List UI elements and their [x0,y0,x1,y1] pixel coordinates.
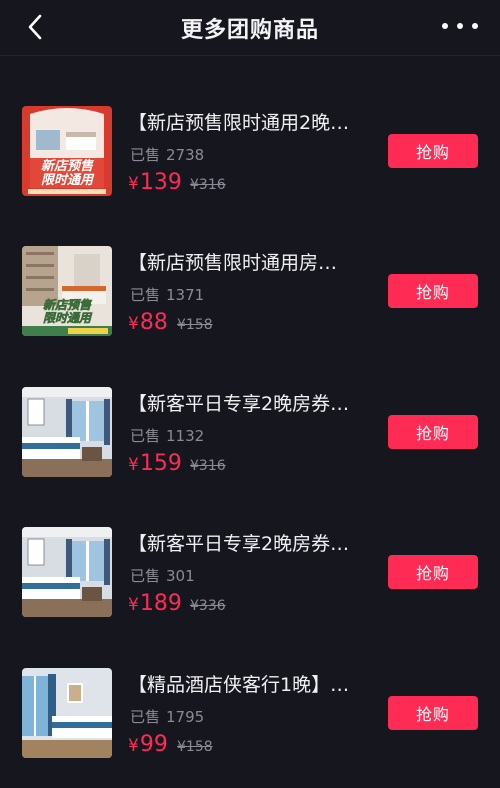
currency-symbol: ¥ [128,595,139,615]
currency-symbol: ¥ [128,455,139,475]
product-name: 【新客平日专享2晚房券… [128,533,350,555]
buy-button[interactable]: 抢购 [388,696,478,730]
product-item[interactable]: 【新客平日专享2晚房券… 已售 301 ¥189 ¥336 抢购 [0,527,500,647]
original-price: ¥316 [190,458,226,474]
product-name: 【精品酒店侠客行1晚】… [128,674,350,696]
currency-symbol: ¥ [128,174,139,194]
sold-label: 已售 [130,567,161,585]
original-price: ¥158 [177,739,213,755]
price-amount: 99 [139,732,168,757]
sold-number: 301 [166,567,195,585]
top-bar: 更多团购商品 [0,0,500,56]
page-title: 更多团购商品 [180,18,319,43]
buy-button[interactable]: 抢购 [388,274,478,308]
product-thumbnail[interactable] [22,668,112,758]
sold-number: 1371 [166,286,205,304]
original-price: ¥316 [190,177,226,193]
thumb-caption: 新店预售 [41,158,95,174]
sale-price: ¥189 [128,591,182,616]
buy-button[interactable]: 抢购 [388,134,478,168]
product-item[interactable]: 新店预售 限时通用 【新店预售限时通用房… 已售 1371 ¥88 ¥158 抢购 [0,246,500,366]
sale-price: ¥88 [128,310,168,335]
buy-button[interactable]: 抢购 [388,415,478,449]
sold-count: 已售 2738 [130,144,204,165]
sold-number: 2738 [166,146,205,164]
sold-number: 1795 [166,708,205,726]
product-name: 【新店预售限时通用房… [128,252,338,274]
sale-price: ¥139 [128,170,182,195]
price-amount: 189 [139,591,182,616]
thumb-caption: 新店预售 [43,298,93,312]
product-name: 【新客平日专享2晚房券… [128,393,350,415]
product-thumbnail[interactable]: 新店预售 限时通用 [22,246,112,336]
product-item[interactable]: 新店预售 限时通用 【新店预售限时通用2晚… 已售 2738 ¥139 ¥316 … [0,106,500,226]
sale-price: ¥99 [128,732,168,757]
product-item[interactable]: 【精品酒店侠客行1晚】… 已售 1795 ¥99 ¥158 抢购 [0,668,500,788]
sold-label: 已售 [130,427,161,445]
product-item[interactable]: 【新客平日专享2晚房券… 已售 1132 ¥159 ¥316 抢购 [0,387,500,507]
product-name: 【新店预售限时通用2晚… [128,112,350,134]
currency-symbol: ¥ [128,314,139,334]
currency-symbol: ¥ [128,736,139,756]
sold-label: 已售 [130,708,161,726]
original-price: ¥158 [177,317,213,333]
sold-count: 已售 301 [130,565,195,586]
thumb-caption: 限时通用 [43,311,93,325]
sale-price: ¥159 [128,451,182,476]
product-thumbnail[interactable]: 新店预售 限时通用 [22,106,112,196]
buy-button[interactable]: 抢购 [388,555,478,589]
sold-count: 已售 1795 [130,706,204,727]
sold-count: 已售 1132 [130,425,204,446]
original-price: ¥336 [190,598,226,614]
thumb-caption: 限时通用 [41,172,95,188]
more-options-icon[interactable] [442,16,478,36]
product-thumbnail[interactable] [22,387,112,477]
sold-number: 1132 [166,427,205,445]
price-amount: 139 [139,170,182,195]
sold-label: 已售 [130,146,161,164]
price-amount: 88 [139,310,168,335]
product-thumbnail[interactable] [22,527,112,617]
price-amount: 159 [139,451,182,476]
sold-count: 已售 1371 [130,284,204,305]
sold-label: 已售 [130,286,161,304]
